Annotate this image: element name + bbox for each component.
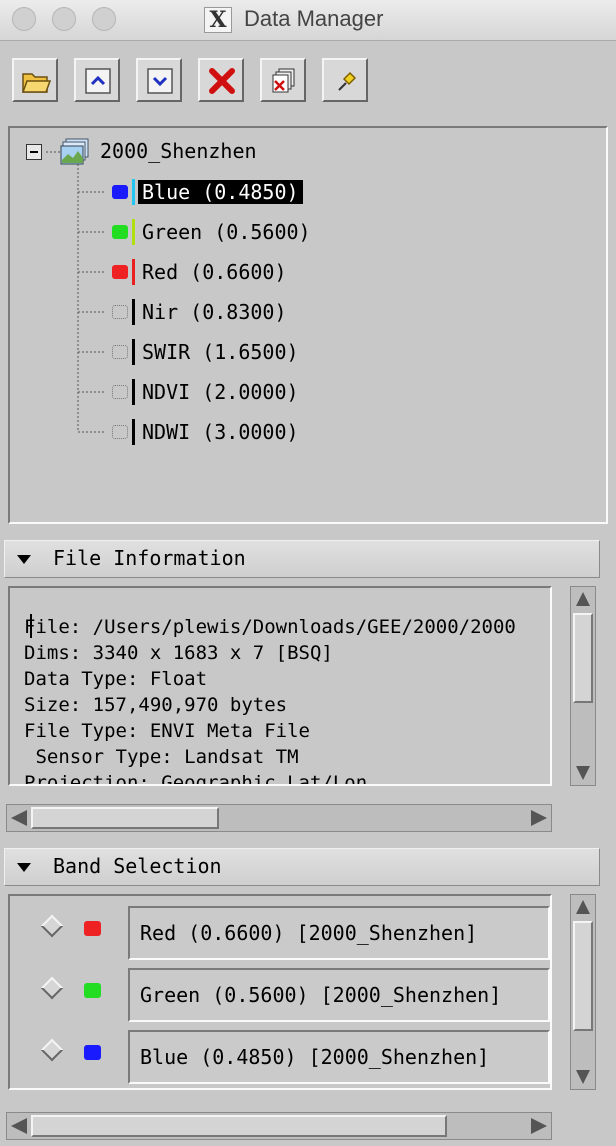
band-assignment-field[interactable]: Green (0.5600) [2000_Shenzhen] <box>128 968 550 1022</box>
file-info-line: Size: 157,490,970 bytes <box>24 694 288 716</box>
band-color-swatch <box>84 921 101 936</box>
band-color-bar <box>132 379 135 405</box>
raster-file-icon <box>60 138 89 165</box>
scroll-up-arrow-icon[interactable] <box>576 900 590 914</box>
scroll-up-arrow-icon[interactable] <box>576 592 590 606</box>
band-color-bar <box>132 339 135 365</box>
file-info-line: Sensor Type: Landsat TM <box>24 746 299 768</box>
file-info-horizontal-scrollbar[interactable] <box>6 804 552 832</box>
file-info-line: Dims: 3340 x 1683 x 7 [BSQ] <box>24 642 333 664</box>
band-color-bar <box>132 299 135 325</box>
band-radio-button[interactable] <box>40 976 64 1000</box>
file-info-vertical-scrollbar[interactable] <box>570 586 596 786</box>
band-selection-vertical-scrollbar[interactable] <box>570 894 596 1090</box>
band-color-swatch <box>112 265 128 279</box>
tree-band-node[interactable]: Nir (0.8300) <box>138 297 291 327</box>
tree-band-node[interactable]: NDWI (3.0000) <box>138 417 303 447</box>
pin-icon <box>338 71 357 91</box>
file-info-text: File: /Users/plewis/Downloads/GEE/2000/2… <box>24 614 516 784</box>
window-title: Data Manager <box>244 6 384 31</box>
x11-logo-icon: X <box>204 7 232 33</box>
horizontal-scroll-thumb[interactable] <box>31 807 219 829</box>
minimize-window-button[interactable] <box>52 7 76 31</box>
tree-connector-lines <box>46 151 106 433</box>
file-info-line: File: /Users/plewis/Downloads/GEE/2000/2… <box>24 616 516 638</box>
band-color-bar <box>132 259 135 285</box>
band-selection-horizontal-scrollbar[interactable] <box>6 1112 552 1140</box>
band-color-swatch <box>84 1045 101 1060</box>
red-x-icon <box>209 68 235 94</box>
remove-button[interactable] <box>198 58 244 102</box>
collapse-toggle[interactable] <box>26 144 42 160</box>
tree-band-node[interactable]: Blue (0.4850) <box>138 177 303 207</box>
minus-icon <box>30 151 38 153</box>
tree-band-node[interactable]: NDVI (2.0000) <box>138 377 303 407</box>
band-assignment-field[interactable]: Red (0.6600) [2000_Shenzhen] <box>128 906 550 960</box>
file-info-line: Projection: Geographic Lat/Lon <box>24 772 368 784</box>
file-info-line: Data Type: Float <box>24 668 208 690</box>
band-radio-button[interactable] <box>40 914 64 938</box>
band-selection-row: Red (0.6600) [2000_Shenzhen] <box>10 906 550 962</box>
chevron-down-icon <box>147 68 173 94</box>
collapse-triangle-icon <box>17 863 31 872</box>
band-selection-row: Blue (0.4850) [2000_Shenzhen] <box>10 1030 550 1086</box>
band-radio-button[interactable] <box>40 1038 64 1062</box>
band-assignment-field[interactable]: Blue (0.4850) [2000_Shenzhen] <box>128 1030 550 1084</box>
close-all-button[interactable] <box>260 58 306 102</box>
scroll-left-arrow-icon[interactable] <box>11 1118 27 1134</box>
tree-band-node[interactable]: Green (0.5600) <box>138 217 315 247</box>
folder-icon <box>21 73 51 93</box>
scroll-thumb[interactable] <box>573 921 593 1031</box>
scroll-right-arrow-icon[interactable] <box>531 810 547 826</box>
band-color-bar <box>132 419 135 445</box>
band-selection-row: Green (0.5600) [2000_Shenzhen] <box>10 968 550 1024</box>
close-window-button[interactable] <box>12 7 36 31</box>
file-tree-panel: 2000_Shenzhen Blue (0.4850) Green (0.5600… <box>8 126 608 524</box>
scroll-left-arrow-icon[interactable] <box>11 810 27 826</box>
band-color-swatch <box>112 345 128 359</box>
band-color-bar <box>132 219 135 245</box>
band-selection-header[interactable]: Band Selection <box>4 848 600 886</box>
scroll-down-arrow-icon[interactable] <box>576 1070 590 1084</box>
title-bar: X Data Manager <box>0 0 616 41</box>
pin-button[interactable] <box>322 58 368 102</box>
scroll-right-arrow-icon[interactable] <box>531 1118 547 1134</box>
file-info-clip: File: /Users/plewis/Downloads/GEE/2000/2… <box>12 592 548 784</box>
band-color-swatch <box>112 225 128 239</box>
collapse-triangle-icon <box>17 555 31 564</box>
band-color-bar <box>132 179 135 205</box>
file-info-line: File Type: ENVI Meta File <box>24 720 310 742</box>
text-cursor <box>30 614 32 638</box>
scroll-thumb[interactable] <box>573 613 593 703</box>
maximize-window-button[interactable] <box>92 7 116 31</box>
tree-band-node[interactable]: Red (0.6600) <box>138 257 291 287</box>
horizontal-scroll-thumb[interactable] <box>31 1115 447 1137</box>
band-color-swatch <box>112 305 128 319</box>
band-color-swatch <box>84 983 101 998</box>
tree-band-node[interactable]: SWIR (1.6500) <box>138 337 303 367</box>
band-color-swatch <box>112 425 128 439</box>
tree-root-node[interactable]: 2000_Shenzhen <box>96 136 261 166</box>
band-color-swatch <box>112 385 128 399</box>
open-file-button[interactable] <box>12 58 58 102</box>
move-down-button[interactable] <box>136 58 182 102</box>
scroll-down-arrow-icon[interactable] <box>576 766 590 780</box>
chevron-up-icon <box>85 68 111 94</box>
file-information-header[interactable]: File Information <box>4 540 600 578</box>
band-selection-panel: Red (0.6600) [2000_Shenzhen] Green (0.560… <box>8 894 552 1090</box>
band-color-swatch <box>112 185 128 199</box>
close-all-icon <box>272 68 295 93</box>
move-up-button[interactable] <box>74 58 120 102</box>
